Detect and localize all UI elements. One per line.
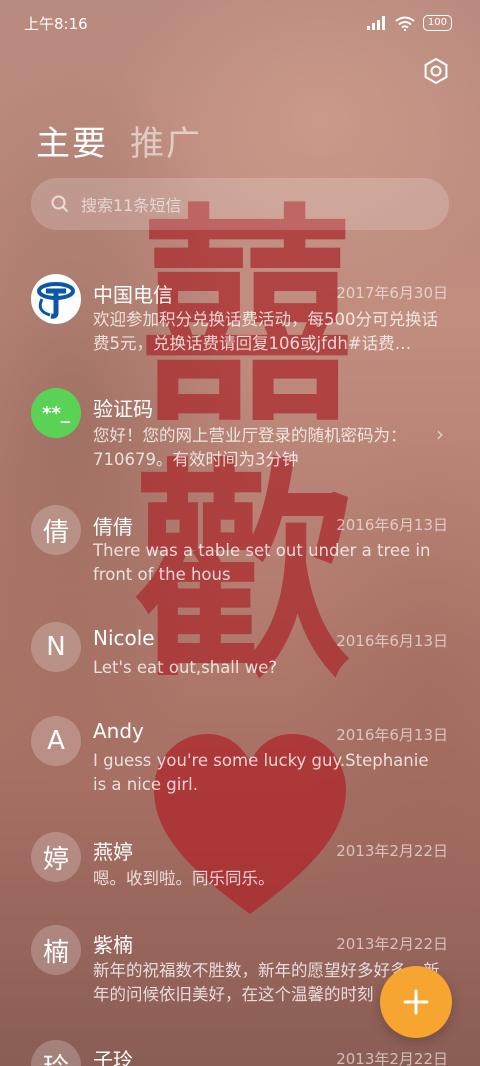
conversation-name: 燕婷: [93, 840, 133, 864]
tab-bar: 主要 推广: [36, 116, 202, 165]
search-input[interactable]: 搜索11条短信: [31, 178, 449, 230]
conversation-date: 2013年2月22日: [336, 935, 448, 953]
status-time: 上午8:16: [24, 14, 88, 33]
conversation-preview: 欢迎参加积分兑换话费活动，每500分可兑换话费5元，兑换话费请回复106或jfd…: [93, 310, 438, 353]
tab-primary[interactable]: 主要: [36, 116, 108, 165]
search-icon: [51, 195, 69, 213]
contact-avatar: 玲: [31, 1040, 81, 1066]
contact-avatar: N: [31, 622, 81, 672]
conversation-date: 2016年6月13日: [336, 516, 448, 534]
conversation-name: 验证码: [93, 397, 153, 421]
conversation-date: 2016年6月13日: [336, 632, 448, 650]
conversation-item[interactable]: 玲 子玲 2013年2月22日: [0, 1038, 480, 1066]
gear-icon[interactable]: [421, 56, 451, 86]
china-telecom-logo-icon: [31, 274, 81, 324]
conversation-name: Nicole: [93, 626, 155, 650]
contact-avatar: 倩: [31, 505, 81, 555]
conversation-item[interactable]: N Nicole 2016年6月13日 Let's eat out,shall …: [0, 622, 480, 692]
tab-promotions[interactable]: 推广: [130, 116, 202, 165]
conversation-item[interactable]: A Andy 2016年6月13日 I guess you're some lu…: [0, 716, 480, 808]
conversation-date: 2016年6月13日: [336, 726, 448, 744]
wifi-icon: [395, 16, 415, 31]
conversation-name: 倩倩: [93, 515, 133, 539]
conversation-preview: There was a table set out under a tree i…: [93, 541, 431, 584]
chevron-right-icon[interactable]: ›: [436, 422, 444, 446]
telecom-logo-graphic: [37, 282, 75, 319]
conversation-date: 2017年6月30日: [336, 284, 448, 302]
status-bar: 上午8:16 100: [0, 0, 480, 46]
contact-avatar: 楠: [31, 925, 81, 975]
conversation-item[interactable]: 倩 倩倩 2016年6月13日 There was a table set ou…: [0, 505, 480, 597]
verification-code-avatar: **_: [31, 388, 81, 438]
conversation-item[interactable]: 中国电信 2017年6月30日 欢迎参加积分兑换话费活动，每500分可兑换话费5…: [0, 270, 480, 362]
conversation-name: 子玲: [93, 1048, 133, 1066]
conversation-date: 2013年2月22日: [336, 1050, 448, 1066]
conversation-name: 中国电信: [93, 283, 173, 307]
plus-icon: [403, 989, 429, 1015]
signal-icon: [366, 16, 385, 30]
conversation-preview: 您好！您的网上营业厅登录的随机密码为：710679。有效时间为3分钟: [93, 426, 407, 469]
conversation-name: 紫楠: [93, 933, 133, 957]
conversation-date: 2013年2月22日: [336, 842, 448, 860]
conversation-preview: 嗯。收到啦。同乐同乐。: [93, 869, 275, 888]
contact-avatar: 婷: [31, 832, 81, 882]
avatar-text: **_: [42, 402, 70, 424]
contact-avatar: A: [31, 716, 81, 766]
conversation-name: Andy: [93, 719, 144, 743]
conversation-preview: Let's eat out,shall we?: [93, 658, 278, 677]
search-placeholder: 搜索11条短信: [81, 196, 182, 215]
battery-icon: 100: [422, 15, 452, 31]
conversation-preview: I guess you're some lucky guy.Stephanie …: [93, 751, 429, 794]
conversation-item[interactable]: 婷 燕婷 2013年2月22日 嗯。收到啦。同乐同乐。: [0, 832, 480, 902]
conversation-item[interactable]: **_ 验证码 您好！您的网上营业厅登录的随机密码为：710679。有效时间为3…: [0, 384, 480, 476]
status-icons: 100: [366, 15, 452, 31]
new-message-button[interactable]: [380, 966, 452, 1038]
